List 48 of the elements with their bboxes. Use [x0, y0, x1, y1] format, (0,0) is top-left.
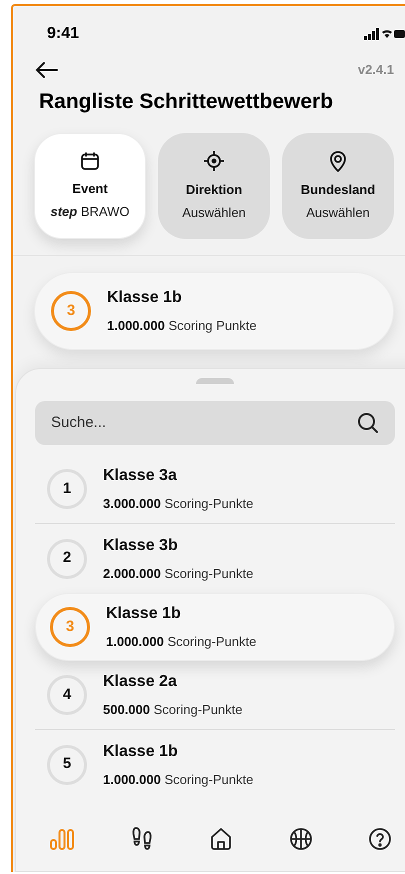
- chip-value: Auswählen: [306, 204, 370, 222]
- class-name: Klasse 1b: [107, 288, 183, 308]
- points-text: 500.000 Scoring-Punkte: [103, 701, 242, 720]
- calendar-icon: [80, 150, 100, 170]
- points-text: 1.000.000 Scoring Punkte: [107, 317, 257, 336]
- help-icon[interactable]: [368, 827, 392, 851]
- class-name: Klasse 1b: [103, 742, 179, 762]
- page-title: Rangliste Schrittewettbewerb: [38, 88, 334, 114]
- ranking-row[interactable]: 1 Klasse 3a 3.000.000 Scoring-Punkte: [35, 455, 395, 524]
- rank-badge: 5: [47, 744, 87, 784]
- footprints-icon[interactable]: [130, 827, 154, 851]
- basketball-icon[interactable]: [288, 827, 312, 851]
- points-text: 1.000.000 Scoring-Punkte: [106, 633, 256, 652]
- version-label: v2.4.1: [358, 61, 394, 79]
- sheet-handle[interactable]: [196, 378, 234, 384]
- back-arrow-icon[interactable]: [35, 60, 59, 79]
- points-text: 1.000.000 Scoring-Punkte: [103, 770, 254, 789]
- ranking-row[interactable]: 3 Klasse 1b 1.000.000 Scoring-Punkte: [35, 593, 395, 661]
- chip-label: Event: [72, 180, 108, 198]
- class-name: Klasse 3b: [103, 536, 179, 556]
- status-time: 9:41: [47, 24, 80, 44]
- class-name: Klasse 2a: [103, 672, 178, 692]
- points-text: 2.000.000 Scoring-Punkte: [103, 564, 254, 583]
- ranking-row[interactable]: 2 Klasse 3b 2.000.000 Scoring-Punkte: [35, 524, 395, 593]
- crosshair-icon: [203, 150, 225, 172]
- home-icon[interactable]: [209, 827, 233, 851]
- rank-badge: 1: [47, 469, 87, 509]
- filter-chip[interactable]: Bundesland Auswählen: [282, 133, 394, 239]
- filter-chip[interactable]: Direktion Auswählen: [158, 133, 270, 239]
- search-field[interactable]: Suche...: [35, 401, 395, 445]
- chip-value: step BRAWO: [50, 203, 130, 221]
- filter-chip[interactable]: Event step BRAWO: [34, 133, 146, 239]
- search-input[interactable]: Suche...: [51, 412, 301, 434]
- class-name: Klasse 1b: [106, 604, 182, 624]
- ranking-row[interactable]: 4 Klasse 2a 500.000 Scoring-Punkte: [35, 661, 395, 730]
- status-icons: [364, 28, 405, 40]
- class-name: Klasse 3a: [103, 466, 178, 486]
- chip-value: Auswählen: [182, 204, 246, 222]
- rank-badge: 2: [47, 538, 87, 578]
- chip-label: Bundesland: [300, 180, 376, 198]
- rank-badge: 4: [47, 675, 87, 715]
- location-pin-icon: [328, 150, 348, 172]
- rank-badge: 3: [50, 607, 90, 647]
- ranking-row[interactable]: 5 Klasse 1b 1.000.000 Scoring-Punkte: [35, 730, 395, 799]
- points-text: 3.000.000 Scoring-Punkte: [103, 495, 254, 514]
- chip-label: Direktion: [186, 180, 242, 198]
- rank-badge: 3: [51, 291, 91, 331]
- search-icon[interactable]: [357, 412, 379, 434]
